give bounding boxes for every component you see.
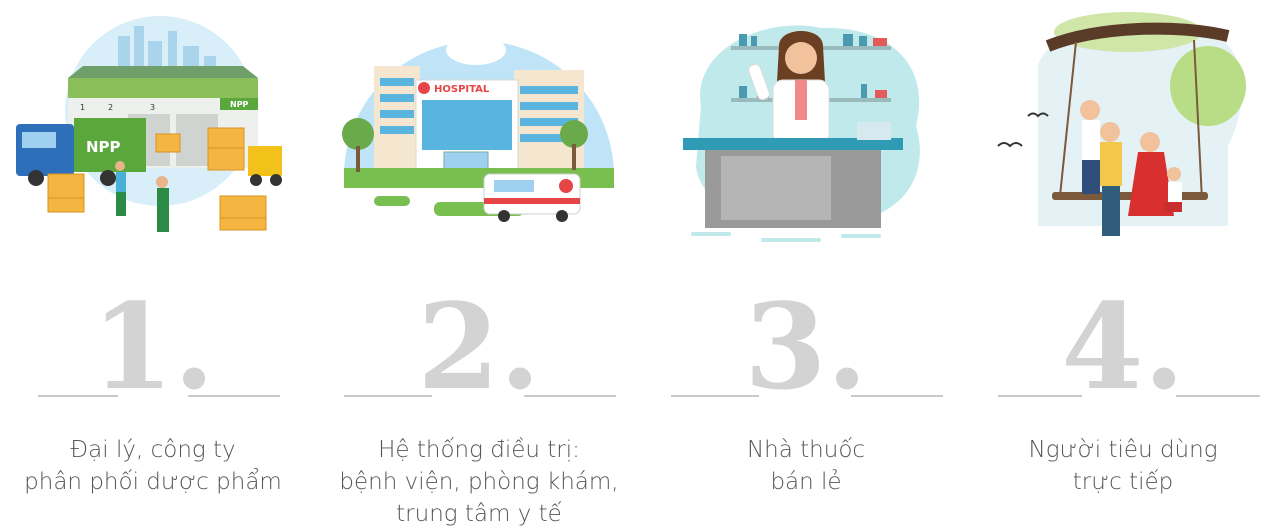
step-number: 4. <box>1061 277 1185 416</box>
step-caption: Nhà thuốc bán lẻ <box>661 434 951 498</box>
caption-line: bán lẻ <box>770 469 842 495</box>
dock-number: 2 <box>108 103 113 112</box>
caption-line: Hệ thống điều trị: <box>378 437 580 463</box>
caption-line: phân phối dược phẩm <box>24 469 282 495</box>
step-1: 1 2 3 NPP NPP 1. Đại lý, công ty phân ph… <box>8 0 298 528</box>
truck-logo: NPP <box>86 138 121 156</box>
dock-number: 1 <box>80 103 85 112</box>
step-number: 1. <box>91 277 215 416</box>
warehouse-distribution-illustration: 1 2 3 NPP NPP <box>8 6 298 256</box>
caption-line: Người tiêu dùng <box>1028 437 1218 463</box>
step-caption: Hệ thống điều trị: bệnh viện, phòng khám… <box>334 434 624 530</box>
step-number-block: 4. <box>978 288 1268 410</box>
family-swing-illustration <box>978 6 1268 256</box>
step-4: 4. Người tiêu dùng trực tiếp <box>978 0 1268 528</box>
caption-line: Đại lý, công ty <box>70 437 236 463</box>
dock-number: 3 <box>150 103 155 112</box>
caption-line: bệnh viện, phòng khám, <box>339 469 619 495</box>
caption-line: trực tiếp <box>1072 469 1174 495</box>
step-3: 3. Nhà thuốc bán lẻ <box>661 0 951 528</box>
pharmacist-illustration <box>661 6 951 256</box>
step-number-block: 3. <box>661 288 951 410</box>
hospital-sign: HOSPITAL <box>434 84 490 95</box>
step-number: 2. <box>417 277 541 416</box>
step-caption: Người tiêu dùng trực tiếp <box>978 434 1268 498</box>
step-caption: Đại lý, công ty phân phối dược phẩm <box>8 434 298 498</box>
caption-line: trung tâm y tế <box>396 501 562 527</box>
hospital-illustration: HOSPITAL <box>334 6 624 256</box>
building-logo: NPP <box>230 100 249 109</box>
step-number-block: 2. <box>334 288 624 410</box>
step-number: 3. <box>744 277 868 416</box>
step-2: HOSPITAL 2. Hệ thống điều trị: bệnh viện… <box>334 0 624 528</box>
step-number-block: 1. <box>8 288 298 410</box>
caption-line: Nhà thuốc <box>746 437 866 463</box>
